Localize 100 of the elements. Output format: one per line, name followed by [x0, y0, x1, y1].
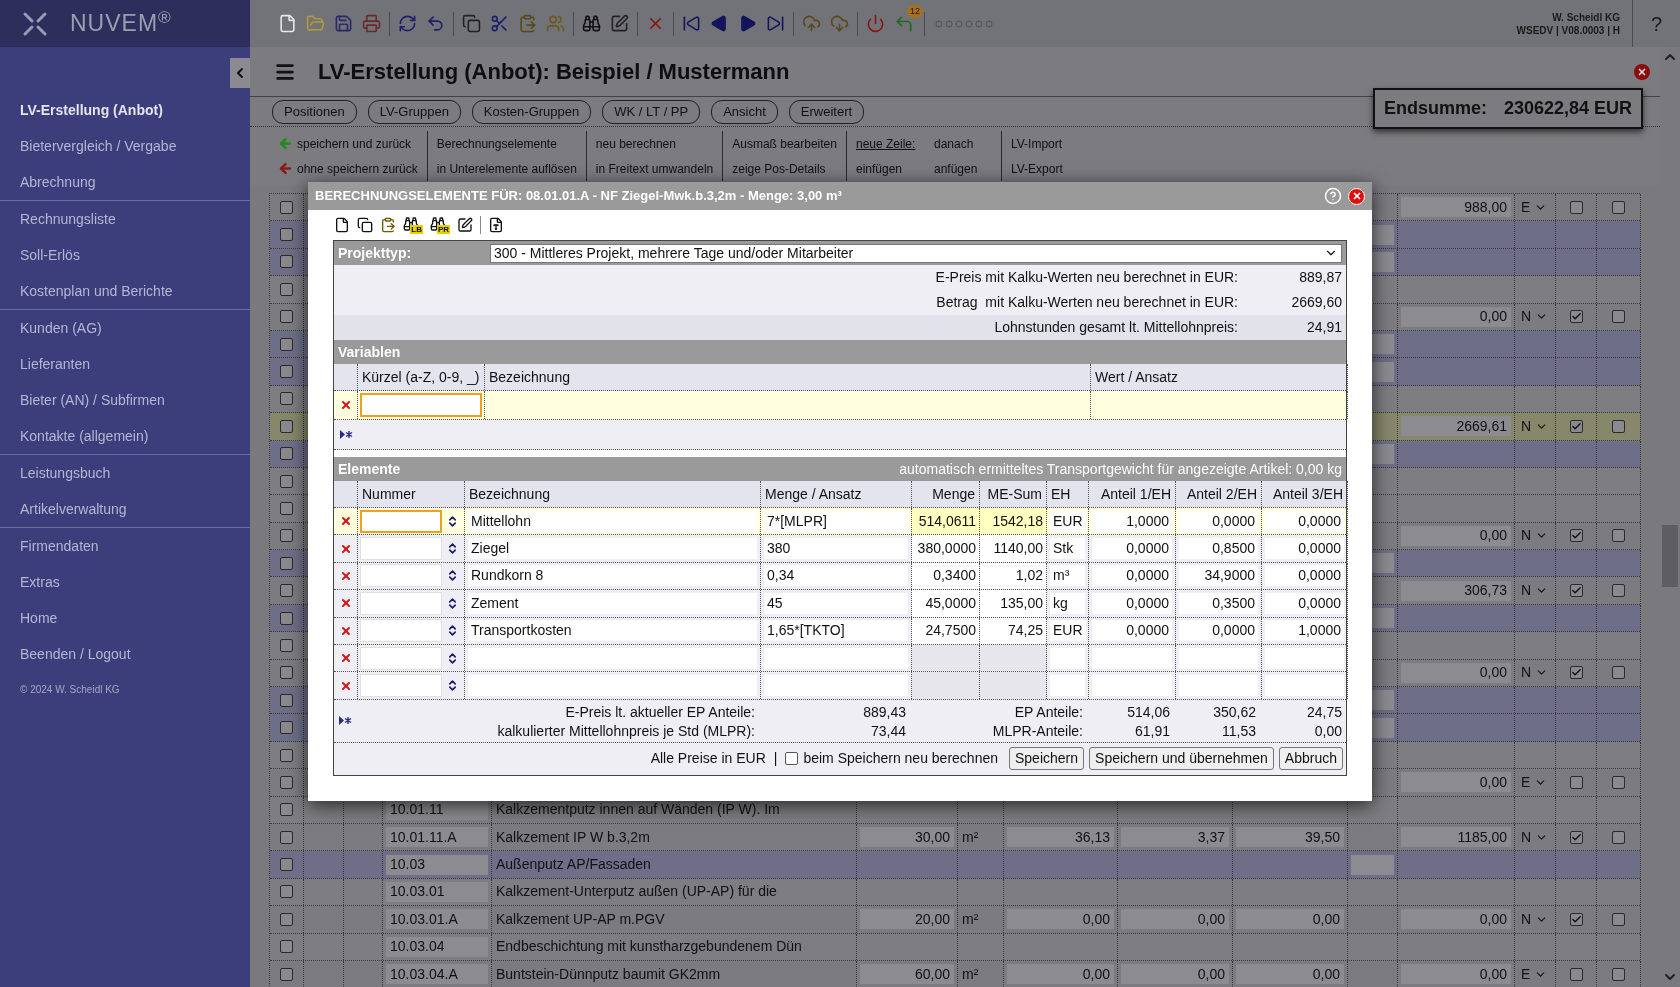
new-row-icon[interactable] — [338, 716, 352, 726]
sort-arrows-icon[interactable] — [446, 542, 459, 556]
checkbox[interactable] — [1612, 912, 1625, 926]
table-row[interactable]: 10.03.01 Kalkzement-Unterputz außen (UP-AP) für die — [270, 878, 1640, 907]
input-field[interactable] — [360, 509, 442, 533]
input-field[interactable]: 10.01.11.A — [386, 827, 488, 848]
nav-item[interactable]: Abrechnung — [0, 164, 250, 200]
input-field[interactable]: 1,0000 — [1265, 620, 1344, 642]
tab[interactable]: Kosten-Gruppen — [471, 99, 592, 124]
input-field[interactable]: 0,00 — [1236, 909, 1344, 930]
collapse-button[interactable] — [230, 58, 250, 88]
checkbox[interactable] — [280, 748, 293, 762]
type-select[interactable]: N — [1518, 662, 1552, 684]
tab[interactable]: Positionen — [272, 99, 357, 124]
type-select[interactable]: N — [1518, 826, 1552, 848]
checkbox[interactable] — [1569, 200, 1583, 214]
checkbox[interactable] — [280, 474, 293, 488]
input-field[interactable]: 20,00 — [860, 909, 954, 930]
checkbox[interactable] — [280, 282, 293, 296]
input-field[interactable]: 1,65*[TKTO] — [764, 620, 908, 642]
input-field[interactable]: 0,0000 — [1179, 510, 1258, 532]
refresh-icon[interactable] — [398, 14, 417, 33]
input-field[interactable]: EUR — [1050, 620, 1086, 642]
input-field[interactable]: 0,00 — [1121, 909, 1229, 930]
table-row[interactable]: Zement 45 45,0000 135,00 kg 0,0000 0,3500 0,0000 — [334, 590, 1346, 618]
input-field[interactable]: 0,0000 — [1265, 565, 1344, 587]
input-field[interactable]: EUR — [1050, 510, 1086, 532]
nav-item[interactable]: Artikelverwaltung — [0, 491, 250, 527]
type-select[interactable]: N — [1518, 415, 1552, 437]
input-field[interactable]: 0,00 — [1007, 964, 1114, 985]
input-field[interactable]: m³ — [1050, 565, 1085, 587]
new-row-icon[interactable] — [340, 430, 353, 439]
input-field[interactable] — [1351, 854, 1394, 875]
checkbox[interactable] — [280, 255, 293, 269]
action-link[interactable]: LV-Export — [1010, 159, 1069, 178]
nav-item[interactable]: LV-Erstellung (Anbot) — [0, 92, 250, 128]
checkbox[interactable] — [280, 584, 293, 598]
scrollbar-thumb[interactable] — [1662, 525, 1678, 587]
input-field[interactable]: 10.01.11 — [386, 799, 488, 820]
table-row[interactable]: 10.03.01.A Kalkzement UP-AP m.PGV 20,00 m² 0,00 0,00 0,00 0,00 N — [270, 906, 1640, 934]
checkbox[interactable] — [280, 200, 293, 214]
undo-icon[interactable] — [426, 14, 445, 33]
checkbox[interactable] — [280, 228, 293, 242]
input-field[interactable]: 988,00 — [1401, 197, 1511, 218]
dialog-button[interactable]: Speichern und übernehmen — [1089, 747, 1274, 771]
nav-item[interactable]: Bietervergleich / Vergabe — [0, 128, 250, 164]
table-row[interactable]: 10.03 Außenputz AP/Fassaden — [270, 851, 1640, 879]
delete-icon[interactable] — [339, 652, 352, 665]
last-icon[interactable] — [766, 14, 785, 33]
input-field[interactable]: 0,00 — [1007, 909, 1114, 930]
input-field[interactable]: 0,00 — [1401, 525, 1511, 546]
table-row[interactable]: Mittellohn 7*[MLPR] 514,0611 1542,18 EUR 1,0000 0,0000 0,0000 — [334, 508, 1346, 536]
checkbox[interactable] — [1612, 529, 1625, 543]
input-field[interactable]: 0,00 — [1401, 772, 1511, 793]
nav-item[interactable]: Lieferanten — [0, 346, 250, 382]
checkbox[interactable] — [1569, 529, 1583, 543]
input-field[interactable]: 10.03.01.A — [386, 909, 488, 930]
printer-icon[interactable] — [362, 14, 381, 33]
type-select[interactable]: N — [1518, 580, 1552, 602]
checkbox[interactable] — [280, 365, 293, 379]
sort-arrows-icon[interactable] — [446, 569, 459, 583]
input-field[interactable]: 0,0000 — [1092, 538, 1172, 560]
paste-icon[interactable] — [380, 217, 396, 233]
action-link[interactable]: Ausmaß bearbeiten — [732, 134, 837, 153]
checkbox[interactable] — [1569, 830, 1583, 844]
checkbox[interactable] — [1569, 419, 1583, 433]
nav-item[interactable]: Extras — [0, 564, 250, 600]
action-link[interactable]: speichern und zurück — [278, 134, 412, 153]
type-select[interactable]: N — [1518, 306, 1552, 328]
first-icon[interactable] — [682, 14, 701, 33]
nav-item[interactable]: Soll-Erlös — [0, 237, 250, 273]
delete-icon[interactable] — [339, 597, 352, 610]
action-link[interactable]: neu berechnen — [595, 134, 676, 153]
nav-item[interactable]: Bieter (AN) / Subfirmen — [0, 382, 250, 418]
checkbox[interactable] — [280, 803, 293, 817]
action-link[interactable]: LV-Import — [1010, 134, 1069, 153]
input-field[interactable]: 0,00 — [1121, 964, 1229, 985]
nav-item[interactable]: Kostenplan und Berichte — [0, 273, 250, 309]
checkbox[interactable] — [1569, 775, 1583, 789]
delete-icon[interactable] — [339, 679, 352, 692]
delete-icon[interactable] — [339, 515, 352, 528]
action-link[interactable]: in Unterelemente auflösen — [436, 159, 577, 178]
input-field[interactable]: 7*[MLPR] — [764, 510, 908, 532]
checkbox[interactable] — [1612, 200, 1625, 214]
checkbox[interactable] — [280, 830, 293, 844]
sort-arrows-icon[interactable] — [446, 651, 459, 665]
checkbox[interactable] — [1569, 310, 1583, 324]
input-field[interactable]: 0,00 — [1401, 306, 1511, 327]
checkbox[interactable] — [1612, 419, 1625, 433]
table-row[interactable]: Transportkosten 1,65*[TKTO] 24,7500 74,25 EUR 0,0000 0,0000 1,0000 — [334, 617, 1346, 645]
checkbox[interactable] — [1612, 775, 1625, 789]
table-row[interactable]: Ziegel 380 380,0000 1140,00 Stk 0,0000 0,8500 0,0000 — [334, 535, 1346, 563]
checkbox[interactable] — [1612, 666, 1625, 680]
input-field[interactable]: 36,13 — [1007, 827, 1114, 848]
sort-arrows-icon[interactable] — [446, 624, 459, 638]
nav-item[interactable]: Kunden (AG) — [0, 310, 250, 346]
input-field[interactable]: 0,0000 — [1092, 620, 1172, 642]
type-select[interactable]: N — [1518, 908, 1552, 930]
action-link[interactable]: Berechnungselemente — [436, 134, 557, 153]
checkbox[interactable] — [1569, 584, 1583, 598]
